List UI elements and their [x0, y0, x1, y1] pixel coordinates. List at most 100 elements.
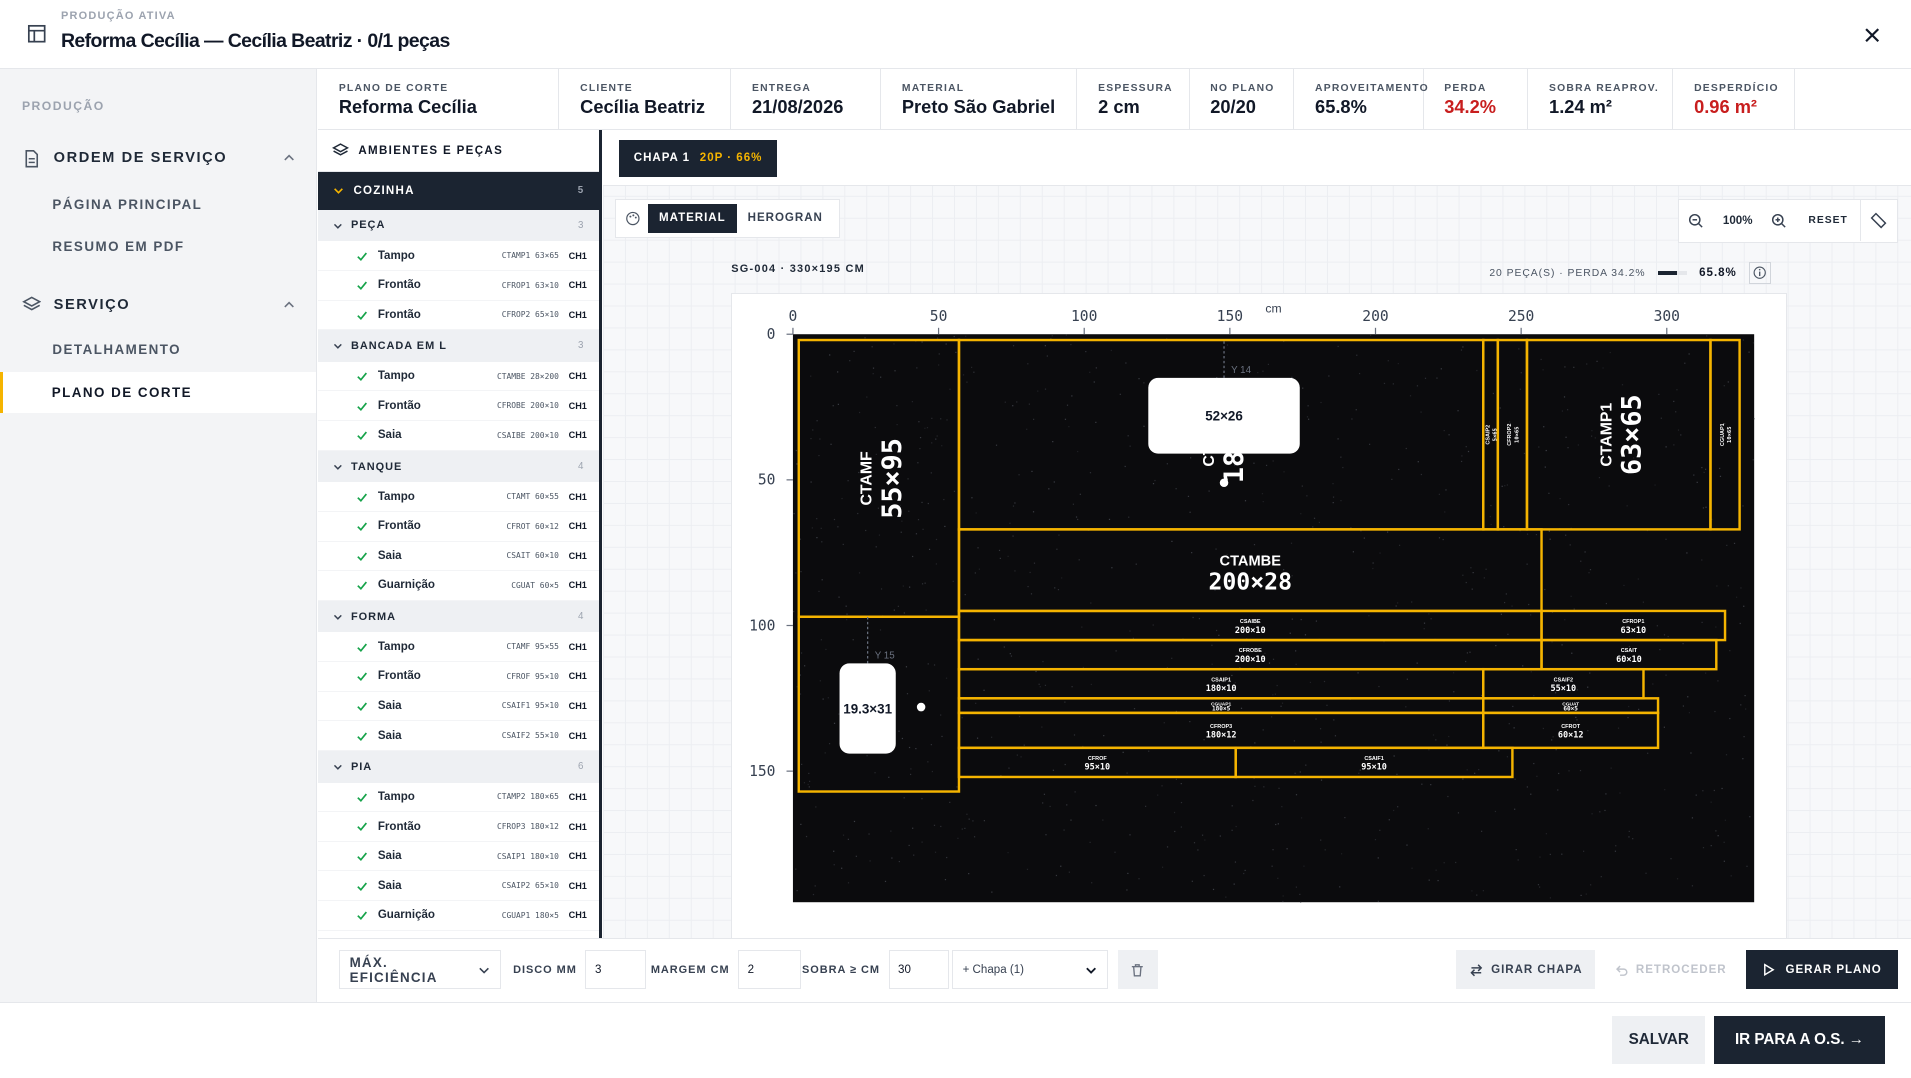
speckle: [1564, 618, 1566, 620]
generate-plan-button[interactable]: GERAR PLANO: [1746, 950, 1898, 990]
cutting-plan-svg[interactable]: cm 0 50 100 150 200 250 300 0 50 100 150 CTAMF 55×95 C…: [732, 294, 1787, 939]
piece-code: CFROT 60×12: [506, 521, 559, 531]
close-icon[interactable]: [1860, 23, 1884, 47]
margem-input[interactable]: [738, 950, 802, 990]
piece-row[interactable]: Saia CSAIF1 95×10 CH1: [318, 692, 600, 722]
piece-row[interactable]: Frontão CFROT 60×12 CH1: [318, 512, 600, 542]
piece-row[interactable]: Saia CSAIT 60×10 CH1: [318, 542, 600, 572]
category-pia[interactable]: PIA 6: [318, 750, 600, 783]
speckle: [795, 449, 798, 451]
speckle: [1742, 504, 1744, 507]
speckle: [1726, 544, 1728, 546]
piece-row[interactable]: Tampo CTAMT 60×55 CH1: [318, 482, 600, 512]
disco-input[interactable]: [585, 950, 647, 990]
piece-row[interactable]: Frontão CFROP3 180×12 CH1: [318, 812, 600, 842]
speckle: [1628, 830, 1631, 832]
sidebar-group-ordem-de-servico[interactable]: ORDEM DE SERVIÇO: [22, 145, 295, 172]
speckle: [1690, 751, 1692, 754]
view-option-herogran[interactable]: HEROGRAN: [737, 204, 834, 233]
rotate-sheet-button[interactable]: GIRAR CHAPA: [1456, 950, 1596, 990]
speckle: [874, 426, 877, 428]
speckle: [1586, 362, 1588, 365]
zoom-out-button[interactable]: [1679, 200, 1713, 241]
cutout-label: 52×26: [1205, 408, 1243, 423]
piece-row[interactable]: Saia CSAIBE 200×10 CH1: [318, 421, 600, 451]
speckle: [927, 662, 930, 664]
speckle: [1540, 358, 1542, 360]
speckle: [1272, 848, 1274, 850]
speckle: [1052, 440, 1054, 442]
speckle: [1128, 516, 1130, 518]
speckle: [1647, 752, 1649, 754]
piece-row[interactable]: Frontão CFROBE 200×10 CH1: [318, 391, 600, 422]
speckle: [1481, 694, 1483, 696]
speckle: [1457, 409, 1459, 411]
piece-row[interactable]: Saia CSAIP2 65×10 CH1: [318, 871, 600, 902]
speckle: [1231, 804, 1234, 806]
speckle: [925, 608, 928, 611]
sidebar-item-detalhamento[interactable]: DETALHAMENTO: [0, 329, 316, 370]
speckle: [1420, 410, 1422, 413]
piece-row[interactable]: Guarnição CGUAP1 180×5 CH1: [318, 901, 600, 931]
speckle: [1126, 771, 1128, 774]
sidebar-group-servico[interactable]: SERVIÇO: [22, 291, 295, 318]
info-button[interactable]: [1749, 262, 1771, 284]
piece-row[interactable]: Guarnição CGUAT 60×5 CH1: [318, 571, 600, 601]
chapa-select[interactable]: + Chapa (1): [951, 950, 1108, 990]
speckle: [1724, 860, 1726, 862]
speckle: [964, 593, 967, 595]
piece-row[interactable]: Tampo CTAMF 95×55 CH1: [318, 632, 600, 663]
category-count: 3: [578, 340, 585, 352]
speckle: [1466, 768, 1469, 770]
environment-cozinha[interactable]: COZINHA 5: [318, 171, 600, 210]
speckle: [900, 531, 903, 533]
speckle: [1583, 850, 1585, 852]
speckle: [1615, 844, 1617, 846]
speckle: [1682, 642, 1684, 644]
category-pe-a[interactable]: PEÇA 3: [318, 209, 600, 242]
check-icon: [357, 882, 367, 891]
speckle: [1377, 856, 1380, 859]
zoom-reset-button[interactable]: RESET: [1796, 199, 1861, 242]
speckle: [853, 350, 855, 352]
piece-row[interactable]: Frontão CFROF 95×10 CH1: [318, 662, 600, 692]
back-button[interactable]: RETROCEDER: [1604, 950, 1737, 989]
measure-button[interactable]: [1861, 200, 1895, 241]
piece-row[interactable]: Tampo CTAMP1 63×65 CH1: [318, 241, 600, 271]
sidebar-item-resumo-pdf[interactable]: RESUMO EM PDF: [0, 225, 316, 266]
piece-row[interactable]: Tampo CTAMP2 180×65 CH1: [318, 783, 600, 813]
sobra-input[interactable]: [888, 950, 950, 990]
speckle: [1277, 877, 1279, 879]
speckle: [793, 610, 795, 612]
sidebar-item-plano-de-corte[interactable]: PLANO DE CORTE: [0, 371, 316, 414]
view-option-material[interactable]: MATERIAL: [648, 203, 737, 233]
speckle: [1643, 601, 1645, 603]
piece-row[interactable]: Saia CSAIP1 180×10 CH1: [318, 842, 600, 872]
speckle: [1513, 726, 1515, 728]
sidebar-item-pagina-principal[interactable]: PÁGINA PRINCIPAL: [0, 184, 316, 225]
speckle: [1481, 830, 1483, 832]
delete-sheet-button[interactable]: [1117, 950, 1158, 990]
piece-row[interactable]: Frontão CFROP1 63×10 CH1: [318, 271, 600, 301]
speckle: [1753, 417, 1756, 419]
zoom-in-button[interactable]: [1762, 200, 1796, 241]
speckle: [1626, 504, 1629, 506]
goto-os-button[interactable]: IR PARA A O.S. →: [1713, 1016, 1886, 1064]
piece-row[interactable]: Saia CSAIF2 55×10 CH1: [318, 721, 600, 751]
stat-value: Preto São Gabriel: [901, 96, 1056, 118]
tab-chapa-1[interactable]: CHAPA 1 20P · 66%: [619, 140, 777, 177]
speckle: [1064, 763, 1067, 765]
speckle: [1133, 637, 1135, 639]
piece-row[interactable]: Tampo CTAMBE 28×200 CH1: [318, 362, 600, 392]
piece-sheet: CH1: [568, 250, 587, 261]
optimization-mode-select[interactable]: MÁX. EFICIÊNCIA: [338, 950, 501, 990]
speckle: [1215, 547, 1217, 550]
piece-row[interactable]: Frontão CFROP2 65×10 CH1: [318, 301, 600, 331]
speckle: [1166, 462, 1169, 464]
category-bancada-em-l[interactable]: BANCADA EM L 3: [318, 330, 600, 362]
document-icon: [25, 149, 38, 168]
save-button[interactable]: SALVAR: [1612, 1016, 1706, 1064]
category-tanque[interactable]: TANQUE 4: [318, 450, 600, 483]
category-forma[interactable]: FORMA 4: [318, 600, 600, 633]
sheet-stats: 20 PEÇA(S) · PERDA 34.2% 65.8%: [1489, 262, 1771, 284]
